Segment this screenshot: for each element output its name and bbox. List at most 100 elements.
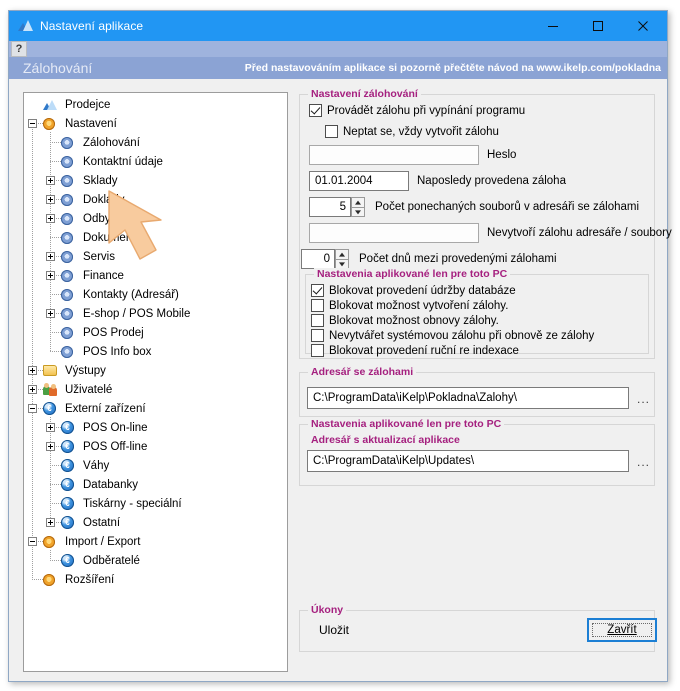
tree-expand-icon[interactable] <box>46 442 55 451</box>
tree-item-prodejce[interactable]: Prodejce <box>24 95 287 114</box>
tree-item-label: POS Off-line <box>83 440 148 453</box>
kept-files-decrement[interactable] <box>352 207 364 216</box>
close-window-button[interactable] <box>620 11 665 41</box>
tree-item-ostatn[interactable]: € Ostatní <box>24 513 287 532</box>
kept-files-input[interactable]: 5 <box>309 197 351 217</box>
tree-expand-icon[interactable] <box>46 518 55 527</box>
gear-blue-icon <box>61 156 73 168</box>
tree-expand-icon[interactable] <box>46 423 55 432</box>
pc-option-checkbox[interactable] <box>311 314 324 327</box>
kept-files-increment[interactable] <box>352 198 364 207</box>
gear-blue-icon <box>61 137 73 149</box>
days-between-stepper[interactable] <box>335 249 349 269</box>
tree-item-odb-ratel[interactable]: € Odběratelé <box>24 551 287 570</box>
tree-item-v-stupy[interactable]: Výstupy <box>24 361 287 380</box>
help-button[interactable]: ? <box>11 41 27 57</box>
tree-item-tisk-rny-speci-ln[interactable]: € Tiskárny - speciální <box>24 494 287 513</box>
settings-tree[interactable]: Prodejce Nastavení Zálohování Kontaktní úda… <box>23 92 288 672</box>
tree-item-label: Dokumenty <box>83 231 142 244</box>
tree-item-u-ivatel[interactable]: Uživatelé <box>24 380 287 399</box>
tree-item-z-lohov-n[interactable]: Zálohování <box>24 133 287 152</box>
update-dir-browse-button[interactable]: ... <box>637 456 650 468</box>
pc-option-row[interactable]: Blokovat možnost obnovy zálohy. <box>311 314 499 327</box>
perform-backup-on-exit-label: Provádět zálohu při vypínání programu <box>327 104 526 117</box>
tree-item-pos-prodej[interactable]: POS Prodej <box>24 323 287 342</box>
tree-expand-icon[interactable] <box>46 309 55 318</box>
pc-option-row[interactable]: Blokovat provedení ruční re indexace <box>311 344 519 357</box>
tree-item-extern-za-zen[interactable]: € Externí zařízení <box>24 399 287 418</box>
maximize-button[interactable] <box>575 11 620 41</box>
tree-collapse-icon[interactable] <box>28 537 37 546</box>
tree-item-nastaven[interactable]: Nastavení <box>24 114 287 133</box>
tree-item-label: Uživatelé <box>65 383 113 396</box>
tree-expand-icon[interactable] <box>46 214 55 223</box>
pc-option-checkbox[interactable] <box>311 299 324 312</box>
days-between-input[interactable]: 0 <box>301 249 335 269</box>
perform-backup-on-exit-checkbox[interactable] <box>309 104 322 117</box>
tree-item-kontakty-adres[interactable]: Kontakty (Adresář) <box>24 285 287 304</box>
tree-item-databanky[interactable]: € Databanky <box>24 475 287 494</box>
minimize-button[interactable] <box>530 11 575 41</box>
folder-icon <box>43 365 57 376</box>
tree-expand-icon[interactable] <box>28 366 37 375</box>
tree-item-kontaktn-daje[interactable]: Kontaktní údaje <box>24 152 287 171</box>
tree-item-pos-off-line[interactable]: € POS Off-line <box>24 437 287 456</box>
pc-option-label: Blokovat provedení údržby databáze <box>329 284 516 297</box>
last-backup-input[interactable]: 01.01.2004 <box>309 171 409 191</box>
gear-blue-icon <box>61 175 73 187</box>
tree-item-finance[interactable]: Finance <box>24 266 287 285</box>
euro-icon: € <box>43 402 56 415</box>
tree-item-import-export[interactable]: Import / Export <box>24 532 287 551</box>
tree-item-servis[interactable]: Servis <box>24 247 287 266</box>
pc-option-checkbox[interactable] <box>311 329 324 342</box>
days-between-increment[interactable] <box>336 250 348 259</box>
gear-blue-icon <box>61 251 73 263</box>
pc-option-row[interactable]: Blokovat provedení údržby databáze <box>311 284 516 297</box>
dont-ask-checkbox[interactable] <box>325 125 338 138</box>
pc-option-row[interactable]: Nevytvářet systémovou zálohu při obnově … <box>311 329 594 342</box>
page-banner: Zálohování Před nastavováním aplikace si… <box>9 57 667 79</box>
days-between-decrement[interactable] <box>336 259 348 268</box>
tree-item-label: Doklady <box>83 193 125 206</box>
tree-expand-icon[interactable] <box>46 271 55 280</box>
tree-item-sklady[interactable]: Sklady <box>24 171 287 190</box>
tree-item-label: POS Prodej <box>83 326 144 339</box>
kept-files-stepper[interactable] <box>351 197 365 217</box>
tree-item-doklady[interactable]: Doklady <box>24 190 287 209</box>
pc-option-label: Blokovat možnost vytvoření zálohy. <box>329 299 509 312</box>
tree-item-label: Tiskárny - speciální <box>83 497 182 510</box>
tree-item-odbyt[interactable]: Odbyt <box>24 209 287 228</box>
tree-collapse-icon[interactable] <box>28 404 37 413</box>
tree-expand-icon[interactable] <box>46 195 55 204</box>
tree-item-label: Servis <box>83 250 115 263</box>
password-input[interactable] <box>309 145 479 165</box>
tree-item-dokumenty[interactable]: Dokumenty <box>24 228 287 247</box>
dont-ask-label: Neptat se, vždy vytvořit zálohu <box>343 125 499 138</box>
backup-dir-input[interactable]: C:\ProgramData\iKelp\Pokladna\Zalohy\ <box>307 387 629 409</box>
tree-expand-icon[interactable] <box>46 252 55 261</box>
dont-ask-row[interactable]: Neptat se, vždy vytvořit zálohu <box>325 125 499 138</box>
tree-item-e-shop-pos-mobile[interactable]: E-shop / POS Mobile <box>24 304 287 323</box>
gear-blue-icon <box>61 308 73 320</box>
save-button[interactable]: Uložit <box>319 623 349 637</box>
tree-expand-icon[interactable] <box>28 385 37 394</box>
pc-option-label: Blokovat možnost obnovy zálohy. <box>329 314 499 327</box>
tree-item-roz-en[interactable]: Rozšíření <box>24 570 287 589</box>
tree-item-pos-info-box[interactable]: POS Info box <box>24 342 287 361</box>
tree-item-v-hy[interactable]: € Váhy <box>24 456 287 475</box>
close-dialog-button[interactable]: Zavřít <box>587 618 657 642</box>
tree-collapse-icon[interactable] <box>28 119 37 128</box>
pc-option-checkbox[interactable] <box>311 284 324 297</box>
tree-item-label: Finance <box>83 269 124 282</box>
update-dir-input[interactable]: C:\ProgramData\iKelp\Updates\ <box>307 450 629 472</box>
backup-dir-browse-button[interactable]: ... <box>637 393 650 405</box>
exclude-input[interactable] <box>309 223 479 243</box>
tree-item-pos-on-line[interactable]: € POS On-line <box>24 418 287 437</box>
pc-option-row[interactable]: Blokovat možnost vytvoření zálohy. <box>311 299 508 312</box>
window-title: Nastavení aplikace <box>40 19 144 33</box>
pc-option-checkbox[interactable] <box>311 344 324 357</box>
tree-expand-icon[interactable] <box>46 176 55 185</box>
tree-item-label: Kontaktní údaje <box>83 155 163 168</box>
gear-blue-icon <box>61 232 73 244</box>
perform-backup-on-exit-row[interactable]: Provádět zálohu při vypínání programu <box>309 104 525 117</box>
